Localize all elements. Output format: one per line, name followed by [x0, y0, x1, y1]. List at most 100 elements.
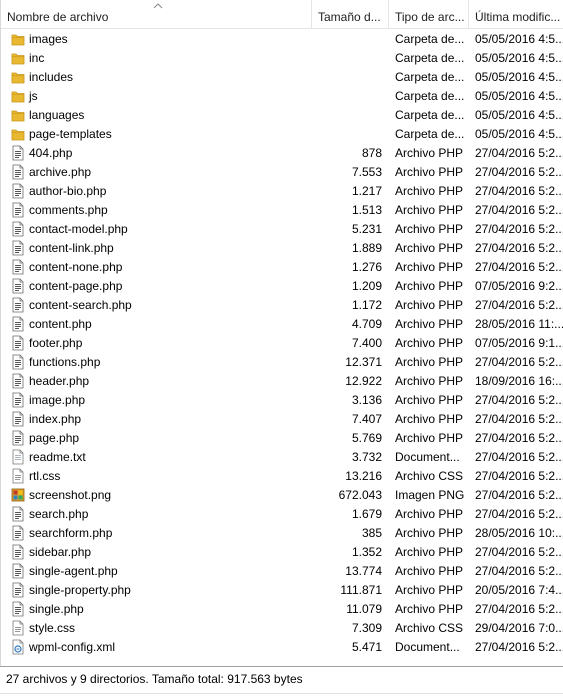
file-name-cell[interactable]: searchform.php [11, 523, 311, 542]
file-name-cell[interactable]: image.php [11, 390, 311, 409]
file-name-cell[interactable]: page-templates [11, 124, 311, 143]
file-list-pane[interactable]: Nombre de archivo Tamaño d... Tipo de ar… [0, 0, 563, 666]
file-row[interactable]: functions.php 12.371 Archivo PHP 27/04/2… [1, 352, 563, 371]
file-size: 7.309 [351, 621, 382, 635]
file-row[interactable]: style.css 7.309 Archivo CSS 29/04/2016 7… [1, 618, 563, 637]
file-name-cell[interactable]: 404.php [11, 143, 311, 162]
file-row[interactable]: searchform.php 385 Archivo PHP 28/05/201… [1, 523, 563, 542]
file-date: 05/05/2016 4:5... [475, 70, 563, 84]
file-name-cell[interactable]: contact-model.php [11, 219, 311, 238]
file-size: 12.371 [345, 355, 382, 369]
file-row[interactable]: languages Carpeta de... 05/05/2016 4:5..… [1, 105, 563, 124]
file-row[interactable]: images Carpeta de... 05/05/2016 4:5... [1, 29, 563, 48]
png-file-icon [11, 487, 25, 503]
file-name-cell[interactable]: page.php [11, 428, 311, 447]
file-name-cell[interactable]: search.php [11, 504, 311, 523]
php-file-icon [11, 335, 25, 351]
file-name-cell[interactable]: readme.txt [11, 447, 311, 466]
file-name-cell[interactable]: sidebar.php [11, 542, 311, 561]
file-size: 13.774 [345, 564, 382, 578]
column-header-type-label: Tipo de arc... [395, 10, 465, 24]
file-row[interactable]: content-search.php 1.172 Archivo PHP 27/… [1, 295, 563, 314]
file-row[interactable]: single-agent.php 13.774 Archivo PHP 27/0… [1, 561, 563, 580]
file-size: 1.209 [351, 279, 382, 293]
file-name-cell[interactable]: inc [11, 48, 311, 67]
file-name-cell[interactable]: archive.php [11, 162, 311, 181]
file-row[interactable]: archive.php 7.553 Archivo PHP 27/04/2016… [1, 162, 563, 181]
file-row[interactable]: wpml-config.xml 5.471 Document... 27/04/… [1, 637, 563, 656]
file-row[interactable]: js Carpeta de... 05/05/2016 4:5... [1, 86, 563, 105]
file-date: 27/04/2016 5:2... [475, 146, 563, 160]
file-size: 4.709 [351, 317, 382, 331]
file-row[interactable]: index.php 7.407 Archivo PHP 27/04/2016 5… [1, 409, 563, 428]
file-size: 1.889 [351, 241, 382, 255]
file-name: style.css [29, 621, 76, 635]
php-file-icon [11, 411, 25, 427]
file-date: 27/04/2016 5:2... [475, 469, 563, 483]
file-row[interactable]: sidebar.php 1.352 Archivo PHP 27/04/2016… [1, 542, 563, 561]
status-text: 27 archivos y 9 directorios. Tamaño tota… [6, 672, 303, 686]
file-type: Carpeta de... [395, 32, 465, 46]
file-name-cell[interactable]: style.css [11, 618, 311, 637]
file-row[interactable]: contact-model.php 5.231 Archivo PHP 27/0… [1, 219, 563, 238]
file-name: single-property.php [29, 583, 131, 597]
file-row[interactable]: readme.txt 3.732 Document... 27/04/2016 … [1, 447, 563, 466]
file-row[interactable]: single.php 11.079 Archivo PHP 27/04/2016… [1, 599, 563, 618]
file-name-cell[interactable]: header.php [11, 371, 311, 390]
file-name-cell[interactable]: footer.php [11, 333, 311, 352]
file-name-cell[interactable]: single-property.php [11, 580, 311, 599]
file-row[interactable]: 404.php 878 Archivo PHP 27/04/2016 5:2..… [1, 143, 563, 162]
file-row[interactable]: header.php 12.922 Archivo PHP 18/09/2016… [1, 371, 563, 390]
column-header-date-label: Última modific... [475, 10, 561, 24]
file-row[interactable]: comments.php 1.513 Archivo PHP 27/04/201… [1, 200, 563, 219]
file-name-cell[interactable]: content-link.php [11, 238, 311, 257]
file-name-cell[interactable]: rtl.css [11, 466, 311, 485]
file-name: header.php [29, 374, 90, 388]
file-row[interactable]: page-templates Carpeta de... 05/05/2016 … [1, 124, 563, 143]
file-size: 12.922 [345, 374, 382, 388]
file-name-cell[interactable]: content-none.php [11, 257, 311, 276]
php-file-icon [11, 278, 25, 294]
file-date: 20/05/2016 7:4... [475, 583, 563, 597]
file-name: js [29, 89, 38, 103]
file-row[interactable]: single-property.php 111.871 Archivo PHP … [1, 580, 563, 599]
file-row[interactable]: footer.php 7.400 Archivo PHP 07/05/2016 … [1, 333, 563, 352]
file-name-cell[interactable]: author-bio.php [11, 181, 311, 200]
xml-file-icon [11, 639, 25, 655]
file-size: 111.871 [340, 583, 382, 597]
file-row[interactable]: content-page.php 1.209 Archivo PHP 07/05… [1, 276, 563, 295]
file-size: 11.079 [346, 602, 382, 616]
file-row[interactable]: page.php 5.769 Archivo PHP 27/04/2016 5:… [1, 428, 563, 447]
file-name-cell[interactable]: images [11, 29, 311, 48]
php-file-icon [11, 392, 25, 408]
file-name-cell[interactable]: screenshot.png [11, 485, 311, 504]
column-header-size[interactable]: Tamaño d... [312, 0, 389, 28]
file-size [312, 105, 384, 124]
file-name-cell[interactable]: index.php [11, 409, 311, 428]
file-row[interactable]: author-bio.php 1.217 Archivo PHP 27/04/2… [1, 181, 563, 200]
file-name-cell[interactable]: functions.php [11, 352, 311, 371]
file-row[interactable]: content-link.php 1.889 Archivo PHP 27/04… [1, 238, 563, 257]
column-header-type[interactable]: Tipo de arc... [389, 0, 469, 28]
file-name-cell[interactable]: languages [11, 105, 311, 124]
column-header-date[interactable]: Última modific... [469, 0, 563, 28]
file-row[interactable]: rtl.css 13.216 Archivo CSS 27/04/2016 5:… [1, 466, 563, 485]
file-row[interactable]: search.php 1.679 Archivo PHP 27/04/2016 … [1, 504, 563, 523]
file-name-cell[interactable]: content.php [11, 314, 311, 333]
file-type: Imagen PNG [395, 488, 465, 502]
file-row[interactable]: screenshot.png 672.043 Imagen PNG 27/04/… [1, 485, 563, 504]
file-name-cell[interactable]: comments.php [11, 200, 311, 219]
file-name-cell[interactable]: single-agent.php [11, 561, 311, 580]
file-row[interactable]: includes Carpeta de... 05/05/2016 4:5... [1, 67, 563, 86]
file-name-cell[interactable]: content-search.php [11, 295, 311, 314]
file-row[interactable]: content-none.php 1.276 Archivo PHP 27/04… [1, 257, 563, 276]
file-name-cell[interactable]: js [11, 86, 311, 105]
file-row[interactable]: image.php 3.136 Archivo PHP 27/04/2016 5… [1, 390, 563, 409]
file-name-cell[interactable]: content-page.php [11, 276, 311, 295]
file-name-cell[interactable]: single.php [11, 599, 311, 618]
file-row[interactable]: content.php 4.709 Archivo PHP 28/05/2016… [1, 314, 563, 333]
file-row[interactable]: inc Carpeta de... 05/05/2016 4:5... [1, 48, 563, 67]
file-name-cell[interactable]: includes [11, 67, 311, 86]
file-type: Archivo PHP [395, 393, 464, 407]
file-name-cell[interactable]: wpml-config.xml [11, 637, 311, 656]
